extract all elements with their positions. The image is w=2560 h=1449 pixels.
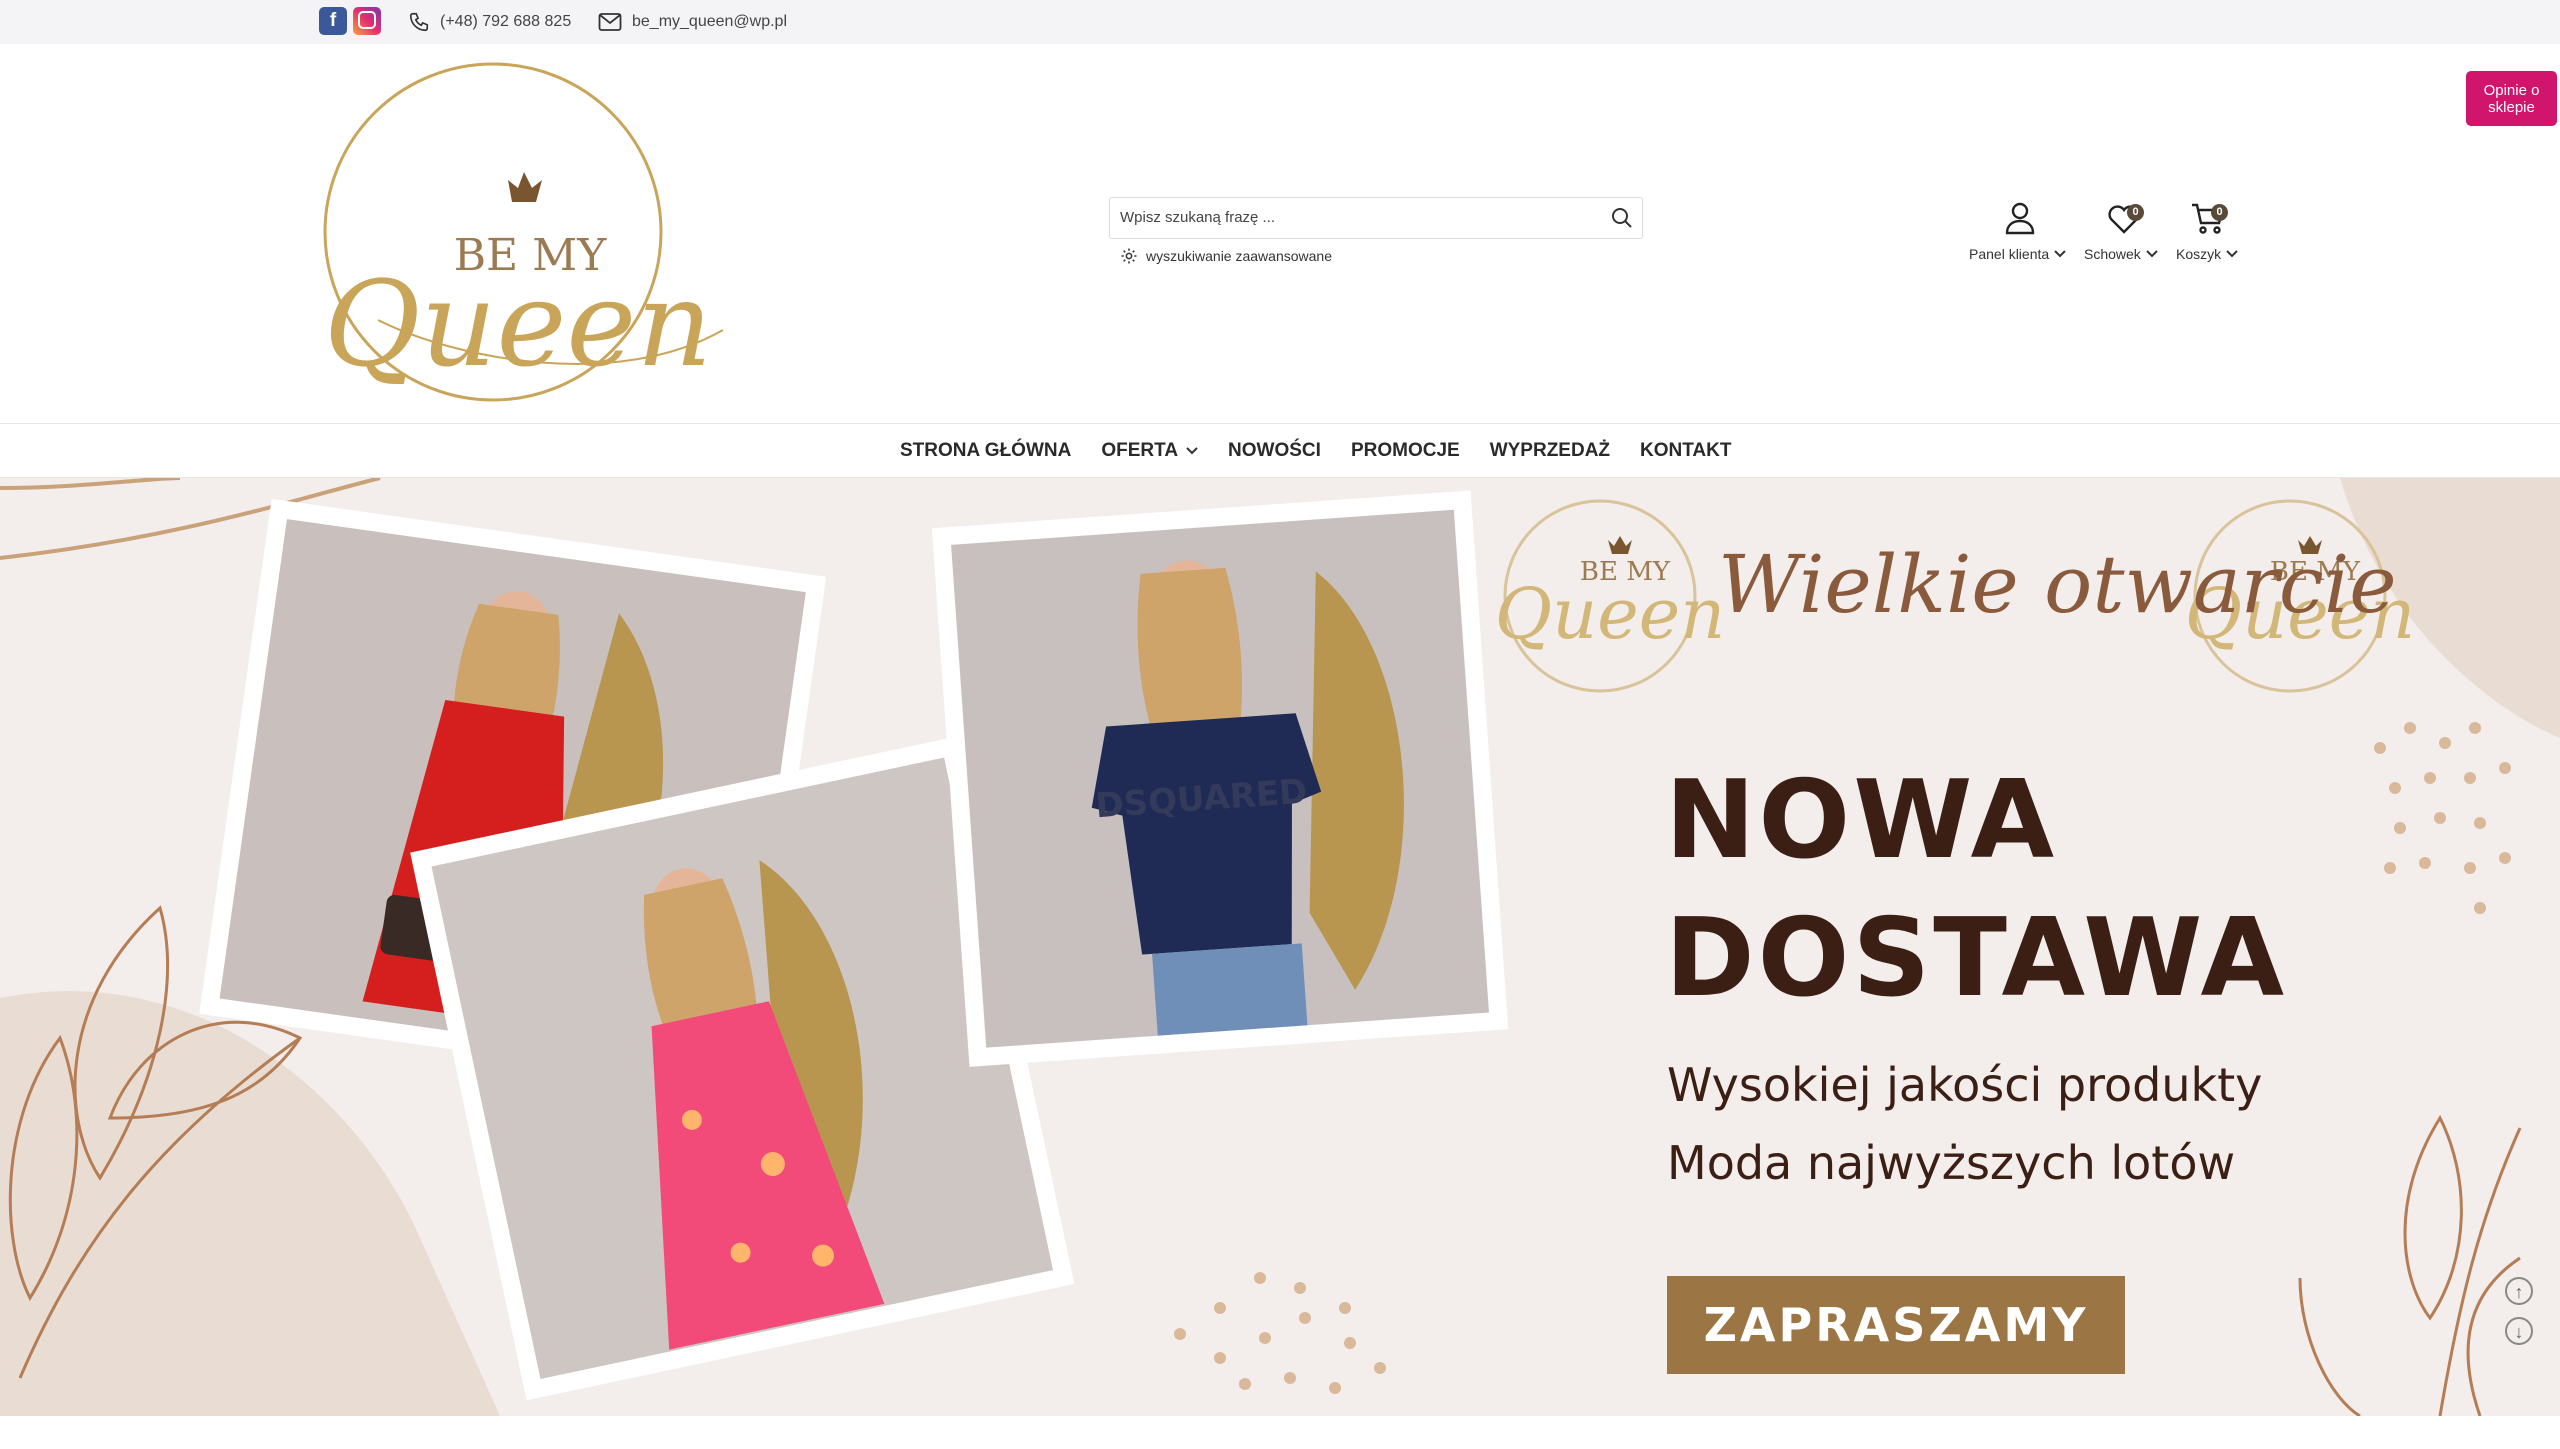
- site-logo[interactable]: BE MY Queen: [318, 60, 728, 410]
- banner-script-title: Wielkie otwarcie: [1718, 538, 2397, 631]
- hero-banner[interactable]: DSQUARED BE MY Queen BE MY Queen Wielkie…: [0, 478, 2560, 1416]
- main-nav: STRONA GŁÓWNA OFERTA NOWOŚCI PROMOCJE WY…: [0, 423, 2560, 478]
- mail-icon: [598, 13, 622, 31]
- nav-label: STRONA GŁÓWNA: [900, 439, 1072, 461]
- koszyk-label: Koszyk: [2176, 246, 2222, 262]
- search-icon[interactable]: [1610, 206, 1634, 230]
- phone-number: (+48) 792 688 825: [440, 13, 572, 30]
- headline-dostawa: DOSTAWA: [1665, 896, 2288, 1021]
- photo-navy-tshirt: DSQUARED: [931, 490, 1509, 1067]
- chevron-down-icon: [2226, 250, 2238, 258]
- search-input[interactable]: [1110, 198, 1600, 236]
- nav-label: KONTAKT: [1640, 439, 1732, 461]
- subline-1: Wysokiej jakości produkty: [1667, 1058, 2263, 1112]
- advanced-search-link[interactable]: wyszukiwanie zaawansowane: [1120, 247, 1332, 265]
- facebook-icon[interactable]: f: [319, 7, 347, 35]
- nav-label: WYPRZEDAŻ: [1489, 439, 1611, 461]
- nav-item-promocje[interactable]: PROMOCJE: [1336, 440, 1475, 462]
- scroll-up-icon[interactable]: ↑: [2505, 1277, 2533, 1305]
- gear-icon: [1121, 248, 1137, 264]
- nav-item-oferta[interactable]: OFERTA: [1086, 440, 1213, 462]
- phone-contact[interactable]: (+48) 792 688 825: [408, 0, 571, 44]
- schowek-menu[interactable]: Schowek: [2084, 246, 2158, 262]
- search-box: [1109, 197, 1643, 239]
- wishlist-count-badge: 0: [2127, 204, 2144, 221]
- email-address: be_my_queen@wp.pl: [632, 13, 788, 30]
- nav-label: PROMOCJE: [1350, 439, 1460, 461]
- email-contact[interactable]: be_my_queen@wp.pl: [598, 0, 787, 44]
- advanced-search-label: wyszukiwanie zaawansowane: [1146, 248, 1332, 264]
- phone-icon: [409, 12, 429, 32]
- chevron-down-icon: [2054, 250, 2066, 258]
- scroll-down-icon[interactable]: ↓: [2505, 1317, 2533, 1345]
- subline-2: Moda najwyższych lotów: [1667, 1136, 2236, 1190]
- nav-item-kontakt[interactable]: KONTAKT: [1625, 440, 1746, 462]
- badge-text: Queen: [1495, 573, 1725, 655]
- nav-label: NOWOŚCI: [1228, 439, 1321, 461]
- panel-klienta-menu[interactable]: Panel klienta: [1969, 246, 2066, 262]
- logo-badge-left: BE MY Queen: [1495, 499, 1725, 693]
- nav-item-home[interactable]: STRONA GŁÓWNA: [885, 440, 1086, 462]
- logo-line2: Queen: [324, 255, 712, 393]
- nav-item-wyprzedaz[interactable]: WYPRZEDAŻ: [1475, 440, 1625, 462]
- user-icon[interactable]: [2002, 200, 2038, 236]
- schowek-label: Schowek: [2084, 246, 2141, 262]
- crown-icon: [508, 172, 542, 202]
- cta-button[interactable]: ZAPRASZAMY: [1667, 1276, 2125, 1374]
- chevron-down-icon: [2146, 250, 2158, 258]
- cart-count-badge: 0: [2211, 204, 2228, 221]
- reviews-button[interactable]: Opinie o sklepie: [2466, 71, 2557, 126]
- koszyk-menu[interactable]: Koszyk: [2176, 246, 2238, 262]
- headline-nowa: NOWA: [1665, 758, 2058, 883]
- nav-label: OFERTA: [1101, 439, 1179, 461]
- top-bar: [0, 0, 2560, 44]
- page-below-banner: [0, 1416, 2560, 1449]
- panel-klienta-label: Panel klienta: [1969, 246, 2050, 262]
- chevron-down-icon: [1186, 446, 1198, 454]
- instagram-icon[interactable]: [353, 7, 381, 35]
- nav-item-nowosci[interactable]: NOWOŚCI: [1213, 440, 1336, 462]
